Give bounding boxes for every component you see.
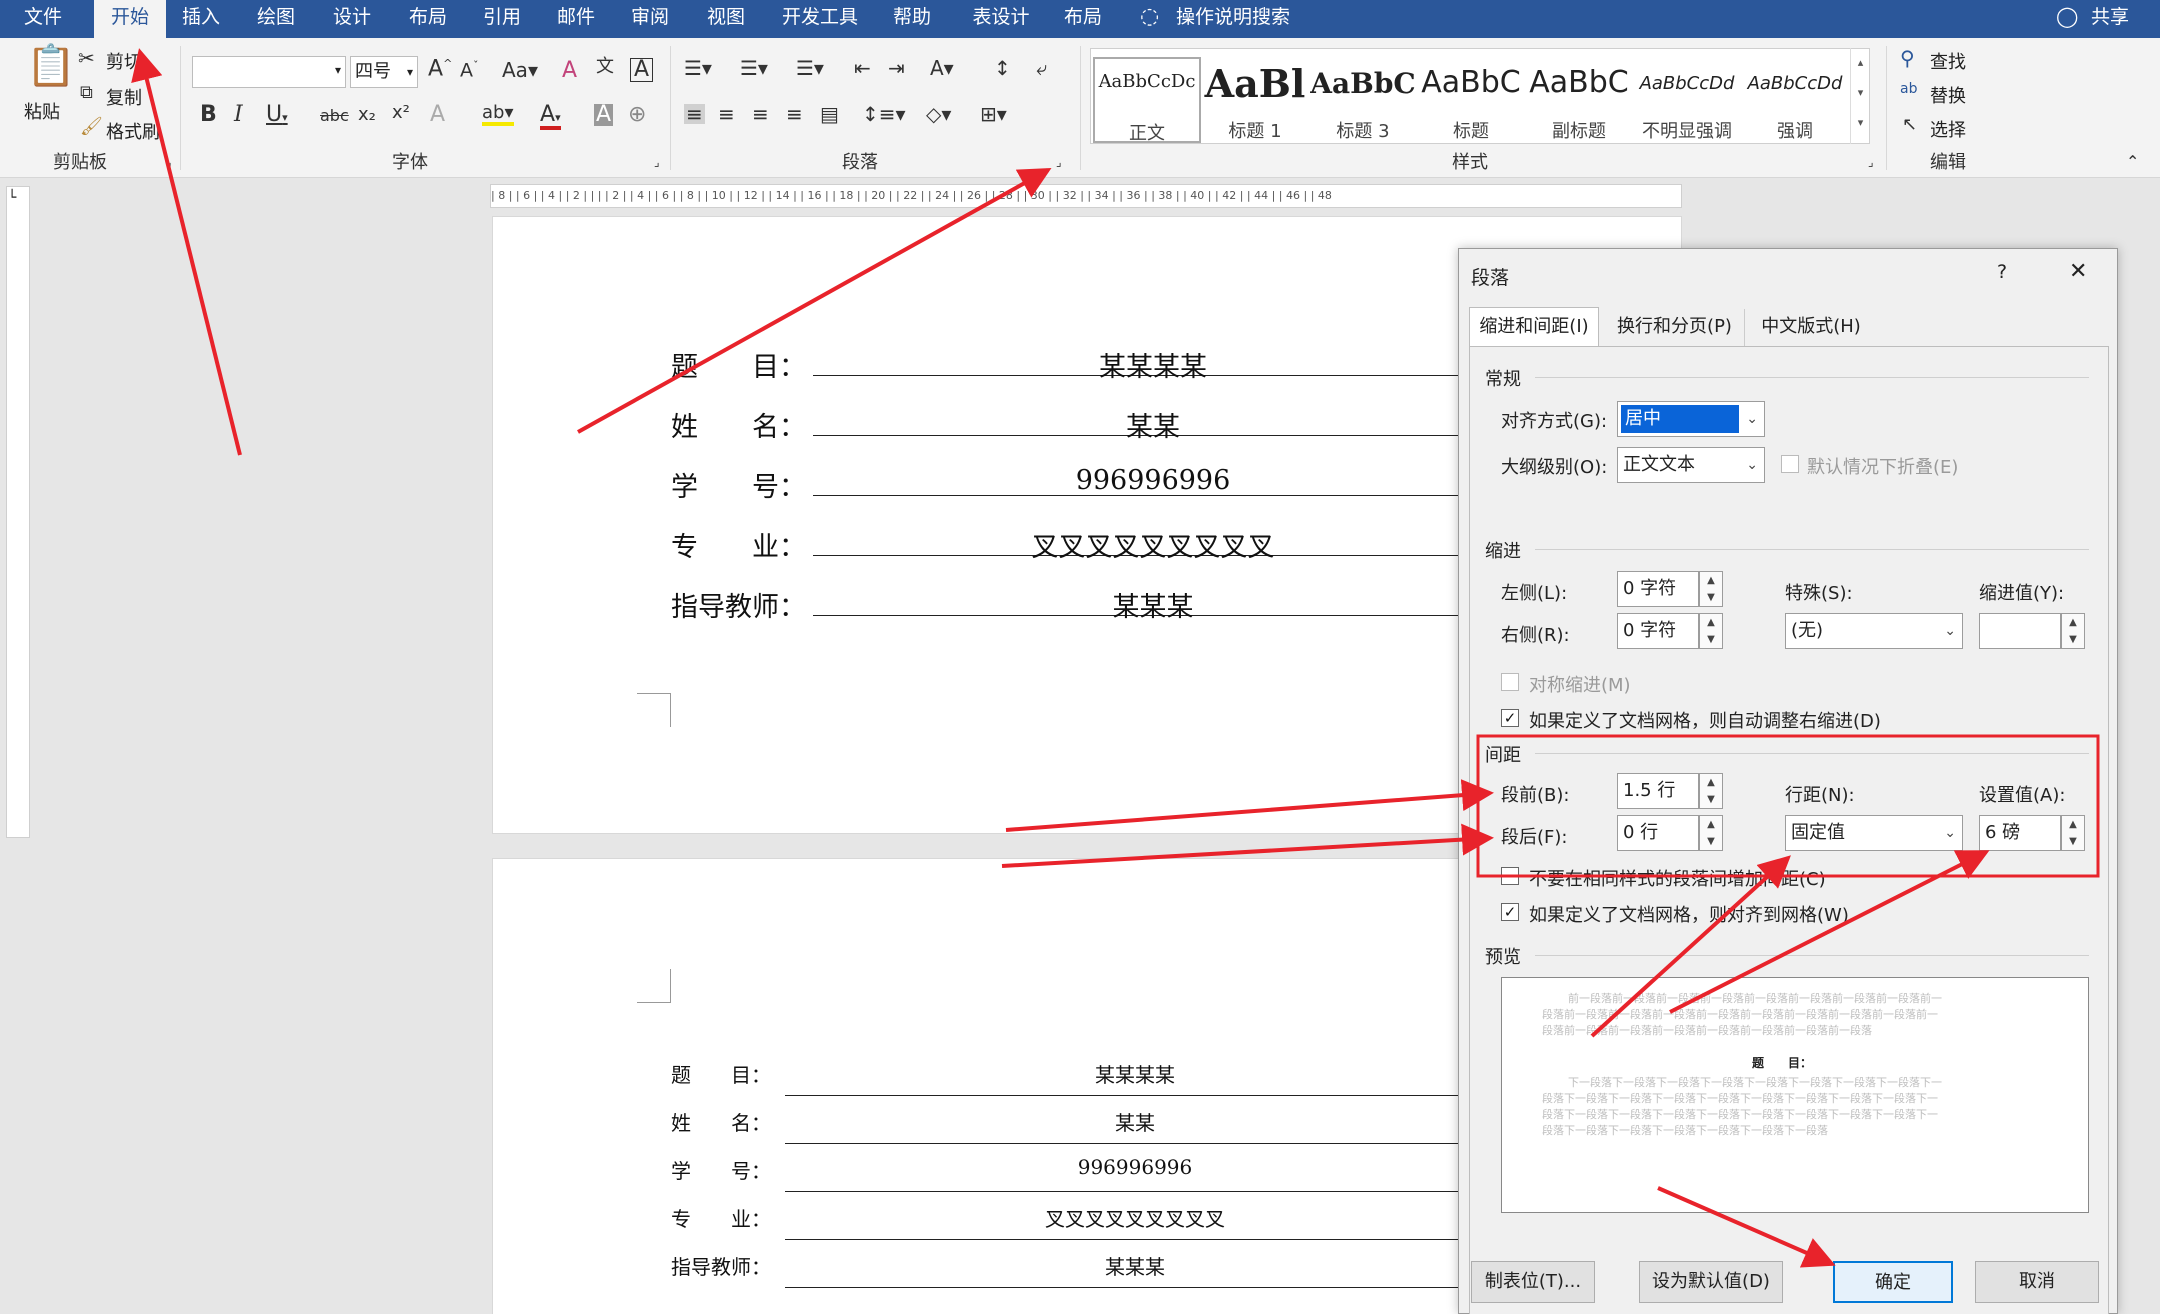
arrow-to-ok-button [1657,1186,1836,1268]
arrow-to-paragraph-launcher [577,168,1052,434]
arrow-to-space-before [1005,779,1494,832]
annotation-overlay [131,48,2100,1268]
arrow-to-space-after [1001,823,1494,868]
arrow-to-line-spacing [1590,855,1791,1038]
spacing-highlight-box [1476,734,2100,878]
arrow-to-home-tab [131,48,242,456]
